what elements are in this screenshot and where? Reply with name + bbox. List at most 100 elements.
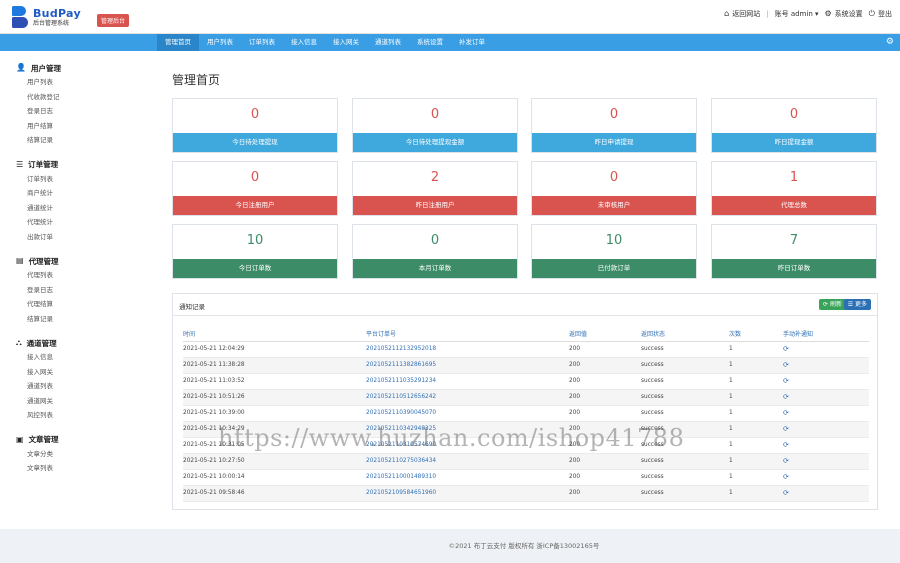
refresh-icon[interactable]: ⟳: [783, 457, 789, 465]
sidebar-group: ☰ 订单管理 订单列表 商户统计 通道统计 代理统计 出款订单: [0, 158, 148, 245]
time-cell: 2021-05-21 10:34:29: [183, 421, 366, 438]
return-value-cell: 200: [569, 437, 641, 454]
order-number-link[interactable]: 2021052110342948325: [366, 421, 569, 438]
stat-label: 昨日订单数: [712, 259, 876, 278]
stat-value: 0: [430, 233, 440, 248]
refresh-icon[interactable]: ⟳: [783, 345, 789, 353]
order-number-link[interactable]: 2021052110512656242: [366, 389, 569, 406]
sidebar-item[interactable]: 用户列表: [16, 75, 148, 90]
refresh-icon[interactable]: ⟳: [783, 377, 789, 385]
time-cell: 2021-05-21 10:51:26: [183, 389, 366, 406]
sidebar-item[interactable]: 接入网关: [16, 365, 148, 380]
sidebar-item[interactable]: 代理结算: [16, 297, 148, 312]
sidebar-item[interactable]: 用户结算: [16, 119, 148, 134]
order-number-link[interactable]: 2021052111382861695: [366, 357, 569, 374]
resend-notify-cell: ⟳: [783, 373, 869, 390]
account-label: 账号 admin ▾: [774, 10, 819, 18]
table-row: 2021-05-21 10:39:00 2021052110390045070 20…: [183, 405, 869, 422]
sidebar-group-title: 文章管理: [28, 435, 59, 444]
stat-value: 10: [246, 233, 264, 248]
stat-value: 10: [605, 233, 623, 248]
sidebar-group-header[interactable]: ▣ 文章管理: [16, 433, 148, 447]
logo[interactable]: BudPay 后台管理系统: [10, 6, 81, 28]
resend-notify-cell: ⟳: [783, 469, 869, 486]
order-number-link[interactable]: 2021052110001489310: [366, 469, 569, 486]
table-row: 2021-05-21 11:03:52 2021052111035291234 20…: [183, 373, 869, 390]
return-value-cell: 200: [569, 405, 641, 422]
account-dropdown[interactable]: 账号 admin ▾: [775, 9, 819, 19]
gear-icon[interactable]: ⚙: [886, 37, 894, 47]
logo-name: BudPay: [33, 6, 81, 20]
sidebar-item[interactable]: 代收款登记: [16, 90, 148, 105]
sidebar-item[interactable]: 结算记录: [16, 133, 148, 148]
sidebar-item[interactable]: 结算记录: [16, 312, 148, 327]
sidebar-item[interactable]: 文章列表: [16, 461, 148, 476]
time-cell: 2021-05-21 10:00:14: [183, 469, 366, 486]
sidebar-item[interactable]: 代理统计: [16, 215, 148, 230]
order-number-link[interactable]: 2021052110275036434: [366, 453, 569, 470]
stat-card: 0 今日待处理提现: [172, 98, 338, 153]
nav-item[interactable]: 订单列表: [241, 34, 283, 51]
nav-item[interactable]: 用户列表: [199, 34, 241, 51]
nav-item[interactable]: 系统设置: [409, 34, 451, 51]
nav-item[interactable]: 管理首页: [157, 34, 199, 51]
sidebar-group-header[interactable]: ⛬ 通道管理: [16, 336, 148, 350]
channel-icon: ⛬: [16, 338, 22, 347]
sidebar-group: ▤ 代理管理 代理列表 登录日志 代理结算 结算记录: [0, 254, 148, 326]
order-number-link[interactable]: 2021052109584651960: [366, 485, 569, 502]
more-button[interactable]: ☰ 更多: [843, 299, 871, 310]
table-row: 2021-05-21 10:34:29 2021052110342948325 20…: [183, 421, 869, 438]
sidebar-item[interactable]: 商户统计: [16, 186, 148, 201]
sidebar-item[interactable]: 出款订单: [16, 230, 148, 245]
refresh-icon[interactable]: ⟳: [783, 425, 789, 433]
refresh-icon[interactable]: ⟳: [783, 489, 789, 497]
return-value-cell: 200: [569, 485, 641, 502]
count-cell: 1: [729, 421, 783, 438]
refresh-icon[interactable]: ⟳: [783, 393, 789, 401]
nav-item[interactable]: 接入信息: [283, 34, 325, 51]
nav-item[interactable]: 接入网关: [325, 34, 367, 51]
panel-header: 通知记录 ⟳ 刷新 ☰ 更多: [173, 294, 877, 316]
sidebar-item[interactable]: 通道列表: [16, 379, 148, 394]
sidebar-item[interactable]: 风控列表: [16, 408, 148, 423]
sidebar-item[interactable]: 文章分类: [16, 447, 148, 462]
stat-value: 0: [430, 107, 440, 122]
stat-card: 10 已付款订单: [531, 224, 697, 279]
stat-label: 今日订单数: [173, 259, 337, 278]
order-number-link[interactable]: 2021052110390045070: [366, 405, 569, 422]
refresh-icon[interactable]: ⟳: [783, 441, 789, 449]
return-value-cell: 200: [569, 421, 641, 438]
stat-value: 0: [250, 170, 260, 185]
logout-link[interactable]: ⏻ 登出: [869, 9, 892, 19]
sidebar-item[interactable]: 登录日志: [16, 104, 148, 119]
refresh-icon[interactable]: ⟳: [783, 361, 789, 369]
sidebar-group-header[interactable]: 👤 用户管理: [16, 61, 148, 75]
stat-label: 今日待处理提现: [173, 133, 337, 152]
stat-label: 代理总数: [712, 196, 876, 215]
document-icon: ▤: [16, 256, 24, 265]
sidebar-item[interactable]: 代理列表: [16, 268, 148, 283]
refresh-icon[interactable]: ⟳: [783, 473, 789, 481]
order-number-link[interactable]: 2021052111035291234: [366, 373, 569, 390]
column-header: 平台订单号: [366, 327, 569, 342]
back-to-site-link[interactable]: ⌂ 返回网站: [724, 9, 760, 19]
nav-item[interactable]: 补发订单: [451, 34, 493, 51]
sidebar-group-header[interactable]: ▤ 代理管理: [16, 254, 148, 268]
sidebar-group-header[interactable]: ☰ 订单管理: [16, 158, 148, 172]
refresh-icon[interactable]: ⟳: [783, 409, 789, 417]
nav-item[interactable]: 通道列表: [367, 34, 409, 51]
sidebar-item[interactable]: 通道统计: [16, 201, 148, 216]
time-cell: 2021-05-21 10:27:50: [183, 453, 366, 470]
sidebar-item[interactable]: 订单列表: [16, 172, 148, 187]
sidebar-item[interactable]: 通道网关: [16, 394, 148, 409]
refresh-button[interactable]: ⟳ 刷新: [819, 299, 846, 310]
count-cell: 1: [729, 469, 783, 486]
order-number-link[interactable]: 2021052110310574690: [366, 437, 569, 454]
count-cell: 1: [729, 437, 783, 454]
order-number-link[interactable]: 2021052112132952018: [366, 341, 569, 358]
sidebar-item[interactable]: 接入信息: [16, 350, 148, 365]
system-settings-link[interactable]: ⚙ 系统设置: [825, 9, 863, 19]
sidebar-item[interactable]: 登录日志: [16, 283, 148, 298]
stat-value: 2: [430, 170, 440, 185]
article-icon: ▣: [16, 434, 24, 444]
